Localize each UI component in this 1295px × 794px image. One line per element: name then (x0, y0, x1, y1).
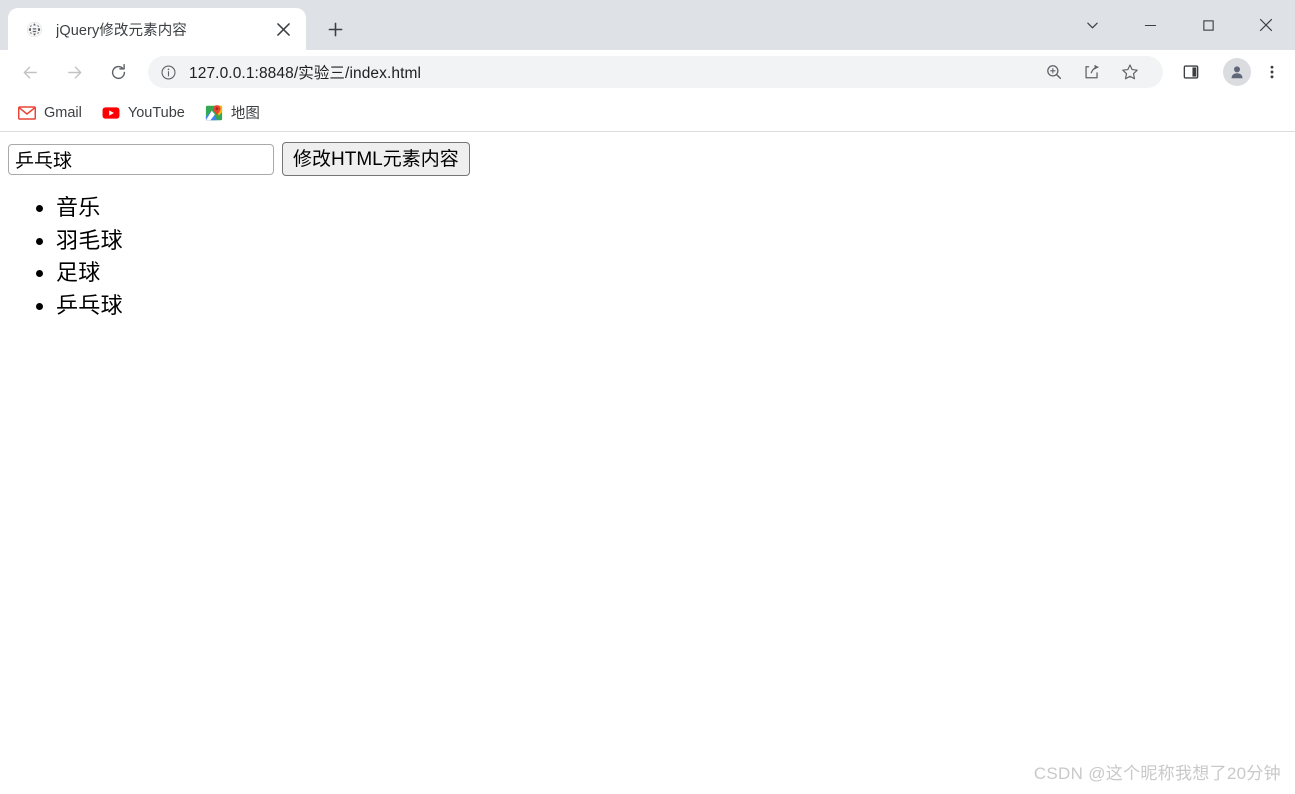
zoom-in-icon[interactable] (1037, 55, 1071, 89)
bookmark-label: 地图 (230, 106, 260, 122)
close-icon[interactable] (270, 16, 296, 42)
google-maps-icon (205, 104, 223, 122)
csdn-watermark: CSDN @这个昵称我想了20分钟 (1033, 764, 1281, 783)
close-icon (1259, 18, 1273, 32)
toolbar-right-actions (1169, 55, 1287, 89)
star-icon[interactable] (1113, 55, 1147, 89)
list-item: 羽毛球 (56, 225, 1287, 258)
browser-tab-active[interactable]: jQuery修改元素内容 (8, 8, 306, 50)
list-item: 音乐 (56, 192, 1287, 225)
modify-html-content-button[interactable]: 修改HTML元素内容 (282, 142, 470, 176)
forward-button[interactable] (57, 55, 91, 89)
youtube-icon (102, 104, 120, 122)
tab-title: jQuery修改元素内容 (56, 22, 187, 39)
tab-strip: jQuery修改元素内容 (0, 0, 1295, 50)
bookmark-gmail[interactable]: Gmail (10, 100, 90, 126)
bookmark-maps[interactable]: 地图 (197, 98, 268, 127)
back-arrow-icon (23, 66, 37, 78)
browser-window: jQuery修改元素内容 127.0.0.1:8848/实验三/index.ht… (0, 0, 1295, 794)
avatar[interactable] (1223, 58, 1251, 86)
bookmark-label: YouTube (127, 104, 185, 121)
new-tab-button[interactable] (318, 12, 352, 46)
back-button[interactable] (13, 55, 47, 89)
maximize-icon (1202, 19, 1214, 31)
list-item: 乒乓球 (56, 290, 1287, 323)
plus-icon (328, 22, 342, 36)
browser-toolbar: 127.0.0.1:8848/实验三/index.html (0, 50, 1295, 94)
url-text[interactable]: 127.0.0.1:8848/实验三/index.html (189, 61, 421, 83)
list-item: 足球 (56, 257, 1287, 290)
tab-search-button[interactable] (1063, 5, 1121, 45)
reload-button[interactable] (101, 55, 135, 89)
bookmark-youtube[interactable]: YouTube (94, 100, 193, 126)
share-icon[interactable] (1075, 55, 1109, 89)
close-window-button[interactable] (1237, 5, 1295, 45)
window-controls (1063, 0, 1295, 50)
controls-row: 修改HTML元素内容 (8, 142, 1287, 176)
info-circle-icon[interactable] (160, 64, 177, 81)
page-content: 修改HTML元素内容 音乐 羽毛球 足球 乒乓球 (0, 132, 1295, 330)
omnibox-actions (1035, 55, 1149, 89)
forward-arrow-icon (67, 66, 81, 78)
hobby-input[interactable] (8, 143, 274, 175)
bookmark-label: Gmail (44, 104, 82, 121)
avatar-person-icon (1231, 66, 1243, 79)
globe-icon (24, 19, 44, 39)
chevron-down-icon (1086, 22, 1098, 28)
hobby-list: 音乐 羽毛球 足球 乒乓球 (8, 192, 1287, 322)
three-dot-menu-icon[interactable] (1257, 55, 1287, 89)
minimize-icon (1144, 24, 1156, 26)
side-panel-icon[interactable] (1174, 55, 1208, 89)
page-viewport: 修改HTML元素内容 音乐 羽毛球 足球 乒乓球 CSDN @这个昵称我想了20… (0, 132, 1295, 794)
address-bar[interactable]: 127.0.0.1:8848/实验三/index.html (148, 56, 1163, 88)
reload-icon (111, 63, 125, 79)
gmail-icon (18, 104, 36, 122)
maximize-button[interactable] (1179, 5, 1237, 45)
bookmarks-bar: Gmail YouTube 地图 (0, 94, 1295, 132)
minimize-button[interactable] (1121, 5, 1179, 45)
